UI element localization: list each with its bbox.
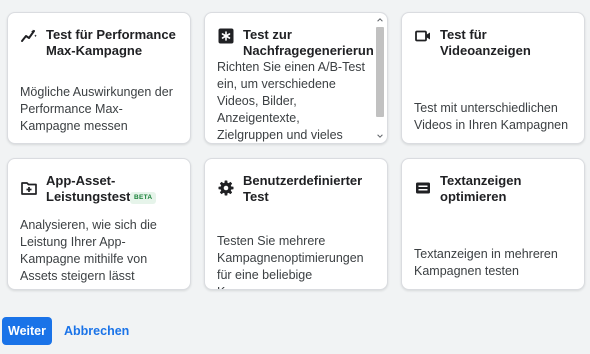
- card-scroll-content: Test zur Nachfragegenerierung Richten Si…: [205, 13, 373, 143]
- experiment-card-app-asset[interactable]: App-Asset-Leistungstest BETA Analysieren,…: [7, 158, 191, 290]
- performance-max-icon: [20, 27, 38, 45]
- cancel-button[interactable]: Abbrechen: [58, 317, 135, 345]
- app-asset-icon: [20, 179, 38, 197]
- card-title: Benutzerdefinierter Test: [243, 173, 363, 204]
- text-ad-icon: [414, 179, 432, 197]
- asterisk-icon: [217, 27, 235, 45]
- experiment-card-video[interactable]: Test für Videoanzeigen Test mit untersch…: [401, 12, 585, 144]
- card-description: Testen Sie mehrere Kampagnenoptimierunge…: [217, 234, 364, 289]
- card-description: Textanzeigen in mehreren Kampagnen teste…: [414, 247, 558, 278]
- experiment-card-custom[interactable]: Benutzerdefinierter Test Testen Sie mehr…: [204, 158, 388, 290]
- card-title: App-Asset-Leistungstest: [46, 173, 131, 204]
- continue-button[interactable]: Weiter: [2, 317, 52, 345]
- card-description: Test mit unterschiedlichen Videos in Ihr…: [414, 101, 569, 132]
- card-title: Test zur Nachfragegenerierung: [243, 27, 373, 58]
- experiment-card-demand-gen[interactable]: Test zur Nachfragegenerierung Richten Si…: [204, 12, 388, 144]
- card-title: Test für Videoanzeigen: [440, 27, 531, 58]
- card-title-group: App-Asset-Leistungstest BETA: [46, 173, 157, 205]
- card-description: Analysieren, wie sich die Leistung Ihrer…: [20, 218, 157, 283]
- card-title: Textanzeigen optimieren: [440, 173, 522, 204]
- experiment-card-text-ads[interactable]: Textanzeigen optimieren Textanzeigen in …: [401, 158, 585, 290]
- scroll-down-arrow-icon[interactable]: [373, 129, 387, 143]
- card-title: Test für Performance Max-Kampagne: [46, 27, 176, 58]
- experiment-card-performance-max[interactable]: Test für Performance Max-Kampagne Möglic…: [7, 12, 191, 144]
- card-description: Richten Sie einen A/B-Test ein, um versc…: [217, 60, 365, 142]
- scrollbar-thumb[interactable]: [376, 27, 384, 117]
- gear-icon: [217, 179, 235, 197]
- scroll-up-arrow-icon[interactable]: [373, 13, 387, 27]
- video-camera-icon: [414, 27, 432, 45]
- card-description: Mögliche Auswirkungen der Performance Ma…: [20, 85, 173, 133]
- scrollbar[interactable]: [373, 13, 387, 143]
- beta-badge: BETA: [130, 191, 157, 204]
